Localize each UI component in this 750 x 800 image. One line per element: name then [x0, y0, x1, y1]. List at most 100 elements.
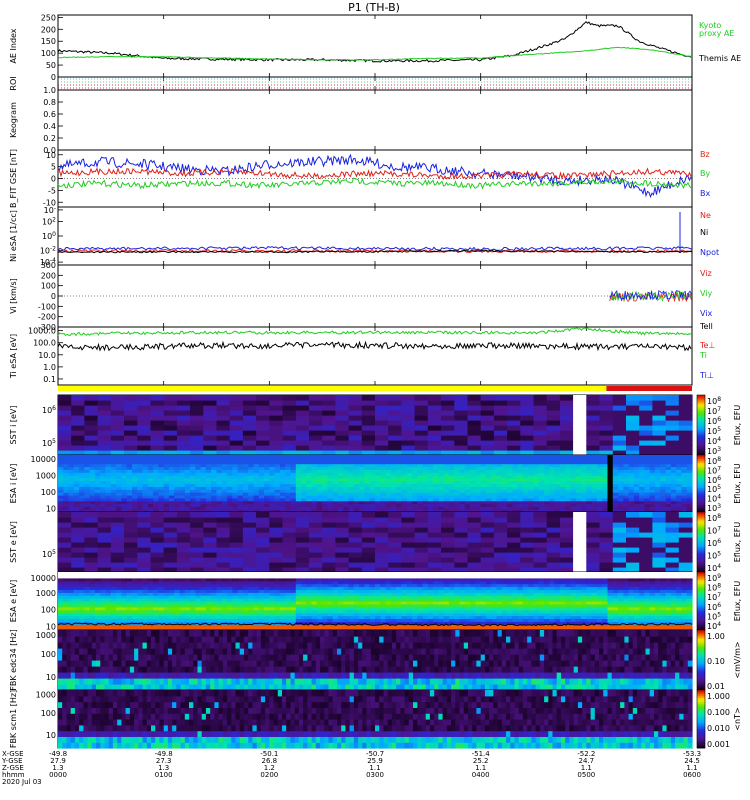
sst_elec-cell [626, 517, 640, 523]
sst_elec-cell [137, 537, 152, 543]
sst_elec-cell [84, 537, 99, 543]
sst_elec-cell [150, 537, 165, 543]
sst_elec-cell [335, 522, 350, 528]
sst_elec-cell [269, 562, 284, 568]
sst_ion-cell [480, 445, 495, 451]
sst_elec-cell [665, 547, 680, 553]
sst_ion-cell [269, 410, 284, 416]
sst_ion-cell [335, 405, 350, 411]
sst_ion-cell [137, 440, 152, 446]
sst_ion-cell [573, 440, 587, 446]
sst_elec-cell [150, 552, 165, 558]
esa_elec-cell [163, 572, 170, 576]
sst_elec-cell [190, 532, 204, 538]
sst_elec-cell [216, 517, 231, 523]
sst_ion-cell [309, 440, 323, 446]
sst_elec-cell [678, 512, 693, 518]
sst_ion-cell [414, 435, 429, 441]
sst_elec-cell [678, 532, 693, 538]
sst_ion-cell [150, 425, 165, 431]
sst_elec-cell [612, 552, 627, 558]
sst_elec-cell [137, 542, 152, 548]
sst_ion-cell [124, 410, 138, 416]
sst_elec-cell [586, 517, 601, 523]
sst_ion-cell [71, 415, 85, 421]
sst_ion-cell [388, 415, 402, 421]
legend-Viy: Viy [700, 289, 713, 298]
sst_elec-cell [71, 517, 85, 523]
sst_ion-cell [295, 405, 310, 411]
esa_elec-cell [73, 572, 80, 576]
sst_ion-cell [546, 420, 561, 426]
sst_ion-cell [361, 445, 376, 451]
sst_elec-cell [414, 547, 429, 553]
sst_elec-cell [309, 517, 323, 523]
sst_elec-cell [546, 527, 561, 533]
sst_elec-cell [58, 562, 72, 568]
sst_ion-cell [454, 410, 469, 416]
sst_elec-cell [573, 522, 587, 528]
sst_elec-cell [176, 522, 191, 528]
sst_elec-cell [97, 542, 112, 548]
esa_elec-ytick-label: 1000 [36, 589, 56, 598]
sst_elec-colorbar-tick: 105 [707, 551, 721, 561]
ae-ytick-label: 200 [41, 25, 56, 34]
sst_elec-cell [599, 542, 614, 548]
esa_elec-cell [227, 572, 233, 576]
sst_elec-cell [282, 527, 297, 533]
sst_elec-cell [295, 532, 310, 538]
sst_elec-cell [480, 547, 495, 553]
sst_elec-cell [441, 552, 455, 558]
sst_ion-cell [309, 445, 323, 451]
keogram-ytick-label: 0.6 [43, 110, 56, 119]
sst_ion-cell [388, 420, 402, 426]
sst_ion-cell [401, 430, 416, 436]
sst_ion-cell [124, 425, 138, 431]
sst_ion-cell [454, 395, 469, 401]
sst_elec-cell [322, 552, 336, 558]
sst_elec-cell [163, 552, 178, 558]
sst_elec-cell [282, 517, 297, 523]
sst_elec-cell [163, 557, 178, 563]
sst_elec-cell [678, 557, 693, 563]
sst_ion-cell [639, 425, 653, 431]
sst_elec-cell [361, 562, 376, 568]
sst_ion-cell [480, 395, 495, 401]
esa_ion-cell [538, 455, 545, 459]
sst_elec-cell [203, 537, 218, 543]
sst_elec-cell [639, 522, 653, 528]
sst_ion-cell [520, 445, 535, 451]
sst_ion-cell [401, 405, 416, 411]
sst_ion-cell [375, 445, 389, 451]
sst_elec-cell [110, 532, 125, 538]
legend-Tell: Tell [699, 322, 713, 331]
esa_ion-cell [496, 455, 503, 459]
sst_ion-cell [295, 440, 310, 446]
sst_elec-cell [97, 517, 112, 523]
sst_ion-cell [626, 410, 640, 416]
plot-title: P1 (TH-B) [348, 1, 400, 14]
sst_elec-cell [573, 527, 587, 533]
sst_ion-cell [573, 445, 587, 451]
sst_ion-cell [97, 410, 112, 416]
sst_ion-cell [427, 415, 442, 421]
sst_ion-cell [282, 395, 297, 401]
esa_ion-cell [586, 455, 593, 459]
sst_ion-cell [110, 400, 125, 406]
sst_elec-cell [361, 557, 376, 563]
sst_elec-cell [163, 547, 178, 553]
sst_elec-cell [335, 552, 350, 558]
sst_elec-cell [229, 517, 244, 523]
sst_elec-cell [612, 557, 627, 563]
sst_ion-cell [242, 410, 257, 416]
sst_ion-cell [203, 430, 218, 436]
sst_elec-cell [256, 557, 270, 563]
sst_ion-cell [599, 440, 614, 446]
sst_ion-cell [414, 410, 429, 416]
sst_elec-cell [176, 532, 191, 538]
esa_ion-cell [364, 455, 371, 459]
sst_ion-cell [427, 420, 442, 426]
sst_ion-cell [282, 445, 297, 451]
sst_elec-cell [559, 547, 574, 553]
sst_ion-cell [441, 430, 455, 436]
